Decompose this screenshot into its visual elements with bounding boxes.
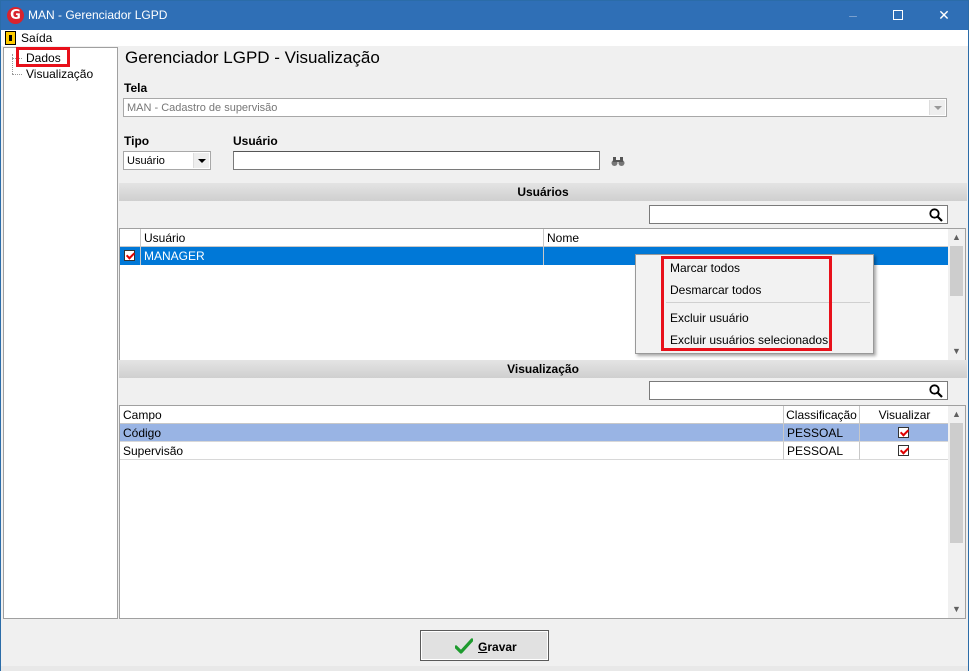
users-scrollbar[interactable]: ▲ ▼ (948, 229, 965, 360)
tela-select-value: MAN - Cadastro de supervisão (127, 102, 278, 114)
chevron-down-icon[interactable] (929, 100, 945, 115)
app-window: G MAN - Gerenciador LGPD – ✕ Saída Dados… (0, 0, 969, 671)
visualizar-checkbox[interactable] (898, 427, 909, 438)
scroll-thumb[interactable] (950, 423, 963, 543)
tree-line (12, 74, 22, 75)
users-section-header: Usuários (119, 183, 967, 201)
tipo-select[interactable]: Usuário (123, 151, 211, 170)
row-usuario: MANAGER (141, 247, 544, 265)
menu-bar: Saída (1, 30, 968, 46)
title-bar: G MAN - Gerenciador LGPD – ✕ (1, 1, 968, 30)
scroll-thumb[interactable] (950, 246, 963, 296)
users-search-input[interactable] (649, 205, 948, 224)
grid-col-visualizar[interactable]: Visualizar (860, 406, 949, 424)
visualizar-checkbox[interactable] (898, 445, 909, 456)
view-grid: Campo Classificação Visualizar Código PE… (119, 405, 966, 619)
view-section-header: Visualização (119, 360, 967, 378)
chevron-down-icon[interactable] (193, 153, 209, 168)
row-checkbox[interactable] (124, 250, 135, 261)
highlight-box (16, 47, 70, 67)
tela-label: Tela (124, 81, 148, 95)
row-visualizar-cell[interactable] (860, 424, 949, 442)
grid-col-campo[interactable]: Campo (120, 406, 784, 424)
grid-col-classificacao[interactable]: Classificação (784, 406, 860, 424)
row-check-cell[interactable] (120, 247, 141, 265)
close-button[interactable]: ✕ (921, 1, 967, 30)
tipo-select-value: Usuário (127, 155, 165, 167)
save-button[interactable]: Gravar (420, 630, 549, 661)
binoculars-icon[interactable] (611, 156, 625, 167)
menu-exit[interactable]: Saída (21, 31, 52, 45)
context-menu: Marcar todos Desmarcar todos Excluir usu… (635, 254, 874, 354)
tela-select[interactable]: MAN - Cadastro de supervisão (123, 98, 947, 117)
row-classificacao: PESSOAL (784, 424, 860, 442)
search-icon[interactable] (929, 208, 943, 222)
sidebar-tree: Dados Visualização (3, 47, 118, 619)
status-bar (1, 666, 968, 671)
check-icon (455, 638, 473, 654)
view-grid-header: Campo Classificação Visualizar (120, 406, 949, 424)
usuario-input[interactable] (233, 151, 600, 170)
usuario-label: Usuário (233, 134, 278, 148)
grid-col-usuario[interactable]: Usuário (141, 229, 544, 247)
grid-col-check (120, 229, 141, 247)
maximize-button[interactable] (875, 1, 921, 30)
scroll-down-icon[interactable]: ▼ (948, 601, 965, 618)
table-row[interactable]: Supervisão PESSOAL (120, 442, 949, 460)
scroll-up-icon[interactable]: ▲ (948, 229, 965, 246)
row-campo: Supervisão (120, 442, 784, 460)
row-campo: Código (120, 424, 784, 442)
tipo-label: Tipo (124, 134, 150, 148)
save-button-label: Gravar (478, 640, 517, 654)
users-grid-header: Usuário Nome (120, 229, 949, 247)
app-logo-icon: G (7, 7, 24, 24)
row-visualizar-cell[interactable] (860, 442, 949, 460)
highlight-box (661, 256, 832, 351)
sidebar-item-visualizacao[interactable]: Visualização (26, 67, 93, 81)
grid-col-nome[interactable]: Nome (544, 229, 949, 247)
window-title: MAN - Gerenciador LGPD (28, 8, 168, 22)
view-search-input[interactable] (649, 381, 948, 400)
maximize-icon (893, 10, 903, 20)
search-icon[interactable] (929, 384, 943, 398)
table-row[interactable]: Código PESSOAL (120, 424, 949, 442)
row-classificacao: PESSOAL (784, 442, 860, 460)
minimize-button[interactable]: – (830, 1, 876, 30)
view-scrollbar[interactable]: ▲ ▼ (948, 406, 965, 618)
tree-line (12, 54, 13, 74)
scroll-up-icon[interactable]: ▲ (948, 406, 965, 423)
page-title: Gerenciador LGPD - Visualização (125, 48, 380, 67)
scroll-down-icon[interactable]: ▼ (948, 343, 965, 360)
exit-door-icon[interactable] (5, 31, 16, 45)
